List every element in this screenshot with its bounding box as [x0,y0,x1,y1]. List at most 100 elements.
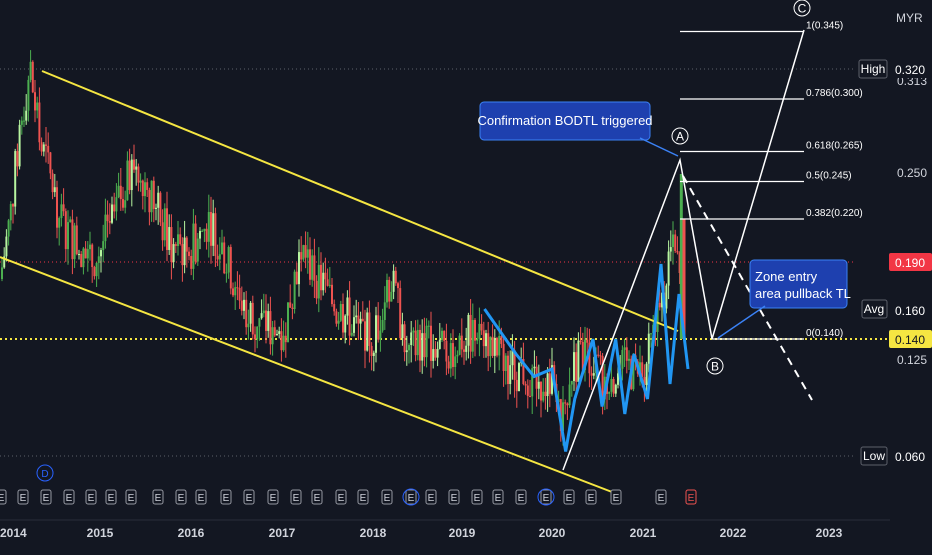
candle-body [465,345,468,352]
candle-body [326,279,329,286]
candle-body [73,225,76,260]
candle-body [366,312,369,351]
event-letter-28: E [658,493,665,504]
fib-label-3: 0.5(0.245) [806,171,852,182]
fib-label-2: 0.618(0.265) [806,141,863,152]
candle-body [227,247,230,273]
candle-body [535,366,538,389]
candle-body [355,315,358,318]
candle-body [621,349,624,369]
avg-tag-label: Avg [864,302,884,316]
candle-body [342,304,344,333]
candle-body [403,324,406,353]
candle-body [111,204,113,223]
event-letter-5: E [108,493,115,504]
candle-body [309,249,311,280]
candle-body [597,354,600,356]
candle-body [397,283,399,289]
candle-body [267,311,270,331]
candle-body [410,332,413,346]
candle-body [377,315,380,340]
candle-body [375,315,377,353]
candle-body [25,110,28,121]
candle-body [390,291,393,302]
candle-body [141,180,144,197]
candle-body [199,231,201,239]
candle-body [381,319,384,331]
candle-body [333,304,336,312]
close-price-tag: 0.190 [895,256,925,270]
candle-body [337,320,340,324]
candle-body [579,340,582,343]
candle-body [658,302,661,308]
candle-body [128,160,131,191]
candle-body [487,333,490,357]
candle-body [91,244,94,268]
price-tick-0250: 0.250 [897,166,927,180]
candle-body [284,335,287,343]
candle-body [507,355,509,385]
candle-body [445,340,448,362]
candle-body [23,120,25,122]
price-chart[interactable]: 1(0.345) 0.786(0.300) 0.618(0.265) 0.5(0.24… [0,0,932,550]
candle-body [612,379,615,394]
candle-body [394,270,397,284]
candle-body [509,365,512,385]
candle-body [62,204,65,212]
candle-body [42,144,45,152]
event-letter-29: E [688,493,695,504]
candle-body [133,159,135,170]
candle-body [368,312,371,346]
candle-body [672,234,674,248]
candle-body [364,321,366,351]
candle-body [313,255,316,281]
candle-body [493,338,496,356]
event-d-text: D [41,469,48,480]
candle-body [370,345,373,356]
candle-body [432,349,435,361]
candle-body [126,160,129,201]
candle-body [419,329,421,361]
candle-body [212,213,215,246]
candle-body [568,384,571,406]
year-tick-2015: 2015 [87,526,114,540]
candle-body [306,249,309,258]
fib-label-1: 0.786(0.300) [806,88,863,99]
candle-body [592,373,595,376]
chart-area[interactable]: 1(0.345) 0.786(0.300) 0.618(0.265) 0.5(0.24… [0,0,932,550]
event-letter-14: E [314,493,321,504]
candle-body [232,288,234,296]
candle-body [399,288,402,339]
fib-label-0: 1(0.345) [806,21,843,32]
candle-body [379,330,382,340]
candle-body [166,208,168,250]
candle-body [95,262,98,277]
candle-body [207,211,210,242]
candle-body [482,330,485,347]
candle-body [405,350,408,353]
candle-body [434,349,437,358]
candle-body [183,237,186,266]
event-letter-20: E [451,493,458,504]
candle-body [476,338,479,341]
candle-body [401,324,404,339]
wave-label-c-text: C [798,2,807,16]
candle-body [249,302,252,324]
candle-body [298,252,300,285]
event-letter-18: E [408,493,415,504]
candle-body [546,373,549,397]
candle-body [372,352,375,356]
candle-body [526,385,529,396]
currency-label: MYR [896,11,923,25]
candle-body [269,311,272,345]
event-letter-1: E [20,493,27,504]
candle-body [31,61,34,93]
candle-body [436,348,439,358]
candle-body [14,151,17,207]
candle-body [647,333,650,364]
candle-body [386,279,388,303]
event-d-marker[interactable]: D [36,464,54,482]
candle-body [260,313,263,319]
candle-body [163,208,166,241]
candle-body [348,297,351,336]
